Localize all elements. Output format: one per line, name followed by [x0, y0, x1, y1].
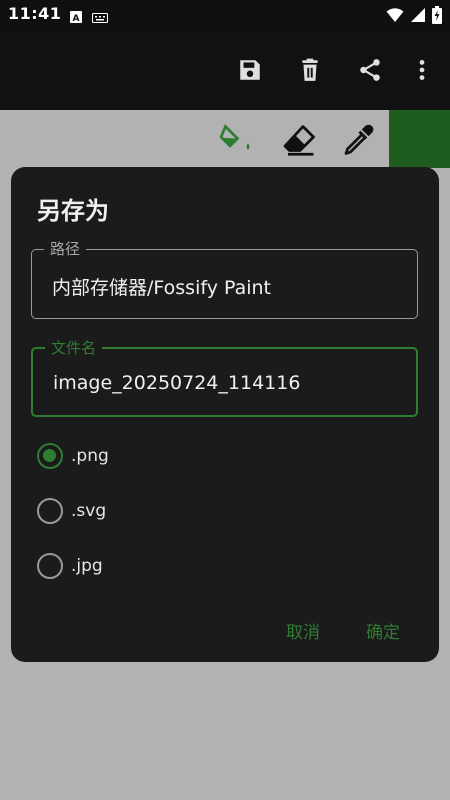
- format-option-png[interactable]: .png: [37, 443, 109, 469]
- filename-label: 文件名: [45, 338, 103, 358]
- color-swatch[interactable]: [389, 110, 450, 168]
- keyboard-a-icon: A: [70, 8, 82, 27]
- filename-value: image_20250724_114116: [53, 372, 301, 394]
- path-value: 内部存储器/Fossify Paint: [52, 277, 272, 299]
- radio-button-checked[interactable]: [37, 443, 63, 469]
- format-option-svg[interactable]: .svg: [37, 498, 106, 524]
- fill-bucket-icon[interactable]: [218, 122, 254, 158]
- format-label: .svg: [71, 501, 107, 521]
- format-label: .jpg: [71, 556, 103, 576]
- battery-charging-icon: [432, 6, 442, 28]
- save-as-dialog: 另存为 路径 内部存储器/Fossify Paint 文件名 image_202…: [11, 167, 439, 662]
- cancel-button[interactable]: 取消: [286, 618, 320, 643]
- dialog-title: 另存为: [37, 197, 109, 225]
- radio-button[interactable]: [37, 553, 63, 579]
- more-icon[interactable]: [408, 56, 436, 84]
- share-icon[interactable]: [356, 56, 384, 84]
- save-icon[interactable]: [236, 56, 264, 84]
- eraser-icon[interactable]: [282, 122, 318, 158]
- cellular-signal-icon: [410, 7, 426, 27]
- status-time: 11:41: [8, 4, 62, 23]
- status-bar: 11:41 A: [0, 0, 450, 30]
- keyboard-icon: [92, 8, 108, 27]
- svg-text:A: A: [73, 14, 80, 23]
- format-option-jpg[interactable]: .jpg: [37, 553, 103, 579]
- radio-button[interactable]: [37, 498, 63, 524]
- format-label: .png: [71, 446, 109, 466]
- filename-field[interactable]: 文件名 image_20250724_114116: [31, 338, 418, 417]
- path-field[interactable]: 路径 内部存储器/Fossify Paint: [31, 239, 418, 319]
- confirm-button[interactable]: 确定: [366, 618, 400, 643]
- delete-icon[interactable]: [296, 56, 324, 84]
- wifi-icon: [386, 7, 404, 27]
- color-picker-icon[interactable]: [340, 122, 376, 158]
- app-bar: [0, 30, 450, 110]
- path-label: 路径: [44, 239, 87, 259]
